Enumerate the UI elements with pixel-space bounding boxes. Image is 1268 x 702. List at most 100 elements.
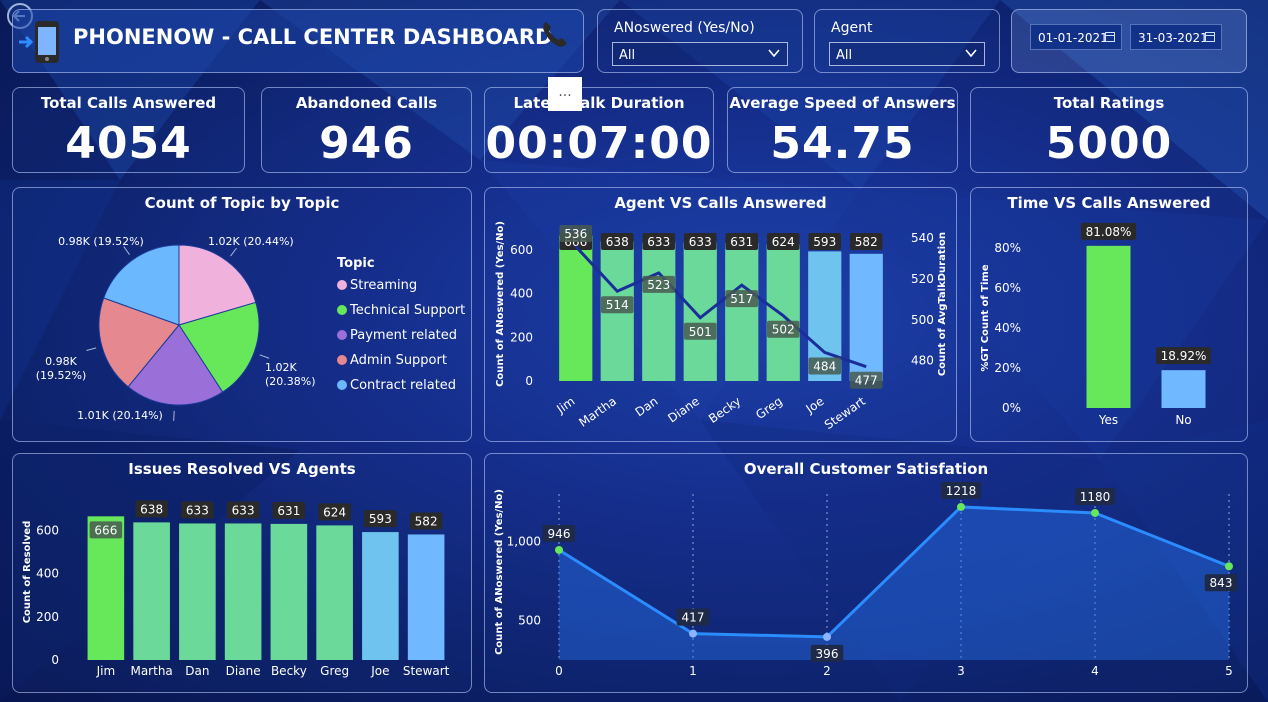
pie-data-label: (20.38%) (265, 375, 316, 388)
kpi-label: Total Calls Answered (40, 94, 217, 112)
bar-data-label: 593 (369, 512, 392, 526)
y-axis-label: Count of Resolved (22, 521, 33, 624)
line-data-label: 536 (564, 227, 587, 241)
point-data-label: 417 (682, 611, 705, 625)
legend-item[interactable]: Technical Support (337, 303, 465, 318)
x-tick-label: Jim (96, 664, 116, 678)
bar-data-label: 18.92% (1161, 349, 1207, 363)
kpi-total-calls-answered: Total Calls Answered 4054 (12, 87, 245, 173)
kpi-value: 4054 (65, 118, 192, 169)
kpi-label: Average Speed of Answers (729, 94, 956, 112)
x-tick-label: 3 (957, 664, 965, 678)
bar-data-label: 582 (415, 514, 438, 528)
page-title: PHONENOW - CALL CENTER DASHBOARD (73, 25, 553, 49)
bar (642, 242, 676, 381)
legend-dot (337, 330, 347, 340)
line-data-label: 523 (647, 278, 670, 292)
x-tick-label: 0 (555, 664, 563, 678)
x-tick-label: Dan (185, 664, 209, 678)
bar (224, 523, 262, 660)
legend-dot (337, 280, 347, 290)
kpi-value: 54.75 (770, 118, 915, 169)
legend-item[interactable]: Payment related (337, 328, 457, 343)
telephone-receiver-icon (543, 22, 567, 47)
x-tick-label: Martha (130, 664, 172, 678)
bar (725, 243, 759, 381)
legend-label: Contract related (350, 378, 457, 393)
chevron-down-icon (768, 49, 780, 58)
calendar-icon[interactable] (1205, 32, 1215, 42)
line-data-label: 484 (813, 359, 836, 373)
x-tick-label: Dan (633, 394, 661, 419)
end-date-input[interactable]: 31-03-2021 (1130, 24, 1222, 50)
y2-tick-label: 520 (911, 272, 934, 286)
legend-dot (337, 355, 347, 365)
bar-data-label: 666 (94, 523, 117, 537)
pie-data-label: 0.98K (19.52%) (58, 235, 144, 248)
pie-data-label: 1.02K (20.44%) (208, 235, 294, 248)
y-tick-label: 200 (36, 610, 59, 624)
date-range-slicer[interactable]: 01-01-2021 31-03-2021 (1011, 9, 1247, 73)
bar-data-label: 633 (232, 503, 255, 517)
answered-dropdown-value: All (619, 48, 636, 63)
y-tick-label: 600 (36, 524, 59, 538)
y-tick-label: 80% (994, 241, 1021, 255)
answered-slicer[interactable]: ANoswered (Yes/No) All (597, 9, 803, 73)
more-options-button[interactable]: ... (548, 77, 582, 111)
dashboard-header: PHONENOW - CALL CENTER DASHBOARD (12, 9, 584, 73)
bar-data-label: 631 (730, 235, 753, 249)
x-tick-label: 2 (823, 664, 831, 678)
bar (270, 523, 308, 660)
pie-leader-line (173, 410, 175, 421)
kpi-value: 5000 (1045, 118, 1173, 169)
x-tick-label: 4 (1091, 664, 1099, 678)
pie-data-label: 0.98K (45, 355, 77, 368)
answered-dropdown[interactable]: All (612, 42, 788, 66)
bar (362, 532, 399, 660)
bar-data-label: 624 (772, 235, 795, 249)
y-tick-label: 0 (51, 653, 59, 667)
bar-data-label: 81.08% (1086, 225, 1132, 239)
bar (179, 523, 216, 660)
bar-data-label: 582 (855, 235, 878, 249)
legend-item[interactable]: Admin Support (337, 353, 447, 368)
bar (1086, 245, 1131, 408)
x-tick-label: Stewart (403, 664, 450, 678)
answered-slicer-label: ANoswered (Yes/No) (614, 20, 755, 36)
y2-tick-label: 500 (911, 313, 934, 327)
bar-data-label: 633 (647, 235, 670, 249)
kpi-latest-talk-duration: Latest Talk Duration 00:07:00 (484, 87, 714, 173)
x-tick-label: Diane (665, 394, 702, 425)
y-tick-label: 40% (994, 321, 1021, 335)
time-calls-chart: 0% 20% 40% 60% 80%%GT Count of Time 81.08% Yes… (980, 222, 1211, 427)
start-date-value: 01-01-2021 (1038, 31, 1108, 45)
calendar-icon[interactable] (1105, 32, 1115, 42)
legend-label: Streaming (350, 278, 418, 293)
kpi-abandoned-calls: Abandoned Calls 946 (261, 87, 472, 173)
y-tick-label: 200 (510, 330, 533, 344)
x-tick-label: Yes (1098, 413, 1118, 427)
agent-dropdown[interactable]: All (829, 42, 985, 66)
x-tick-label: No (1175, 413, 1191, 427)
x-tick-label: Joe (370, 664, 389, 678)
y-tick-label: 500 (518, 613, 541, 627)
x-tick-label: Diane (226, 664, 261, 678)
start-date-input[interactable]: 01-01-2021 (1030, 24, 1122, 50)
legend-title: Topic (337, 256, 375, 271)
kpi-label: Total Ratings (1053, 94, 1165, 112)
chevron-down-icon (965, 49, 977, 58)
data-point (823, 632, 831, 641)
point-data-label: 1180 (1080, 490, 1111, 504)
x-tick-label: Jim (553, 394, 577, 417)
y-tick-label: 1,000 (507, 534, 541, 548)
satisfaction-panel: Overall Customer Satisfation 500 1,000 Cou… (484, 453, 1248, 693)
line-data-label: 501 (689, 325, 712, 339)
issues-resolved-panel: Issues Resolved VS Agents 0 200 400 600 Coun… (12, 453, 472, 693)
agent-slicer[interactable]: Agent All (814, 9, 1000, 73)
end-date-value: 31-03-2021 (1138, 31, 1208, 45)
legend-item[interactable]: Contract related (337, 378, 456, 393)
legend-item[interactable]: Streaming (337, 278, 417, 293)
legend-label: Technical Support (350, 303, 466, 318)
point-data-label: 396 (816, 647, 839, 661)
bar-data-label: 633 (186, 503, 209, 517)
